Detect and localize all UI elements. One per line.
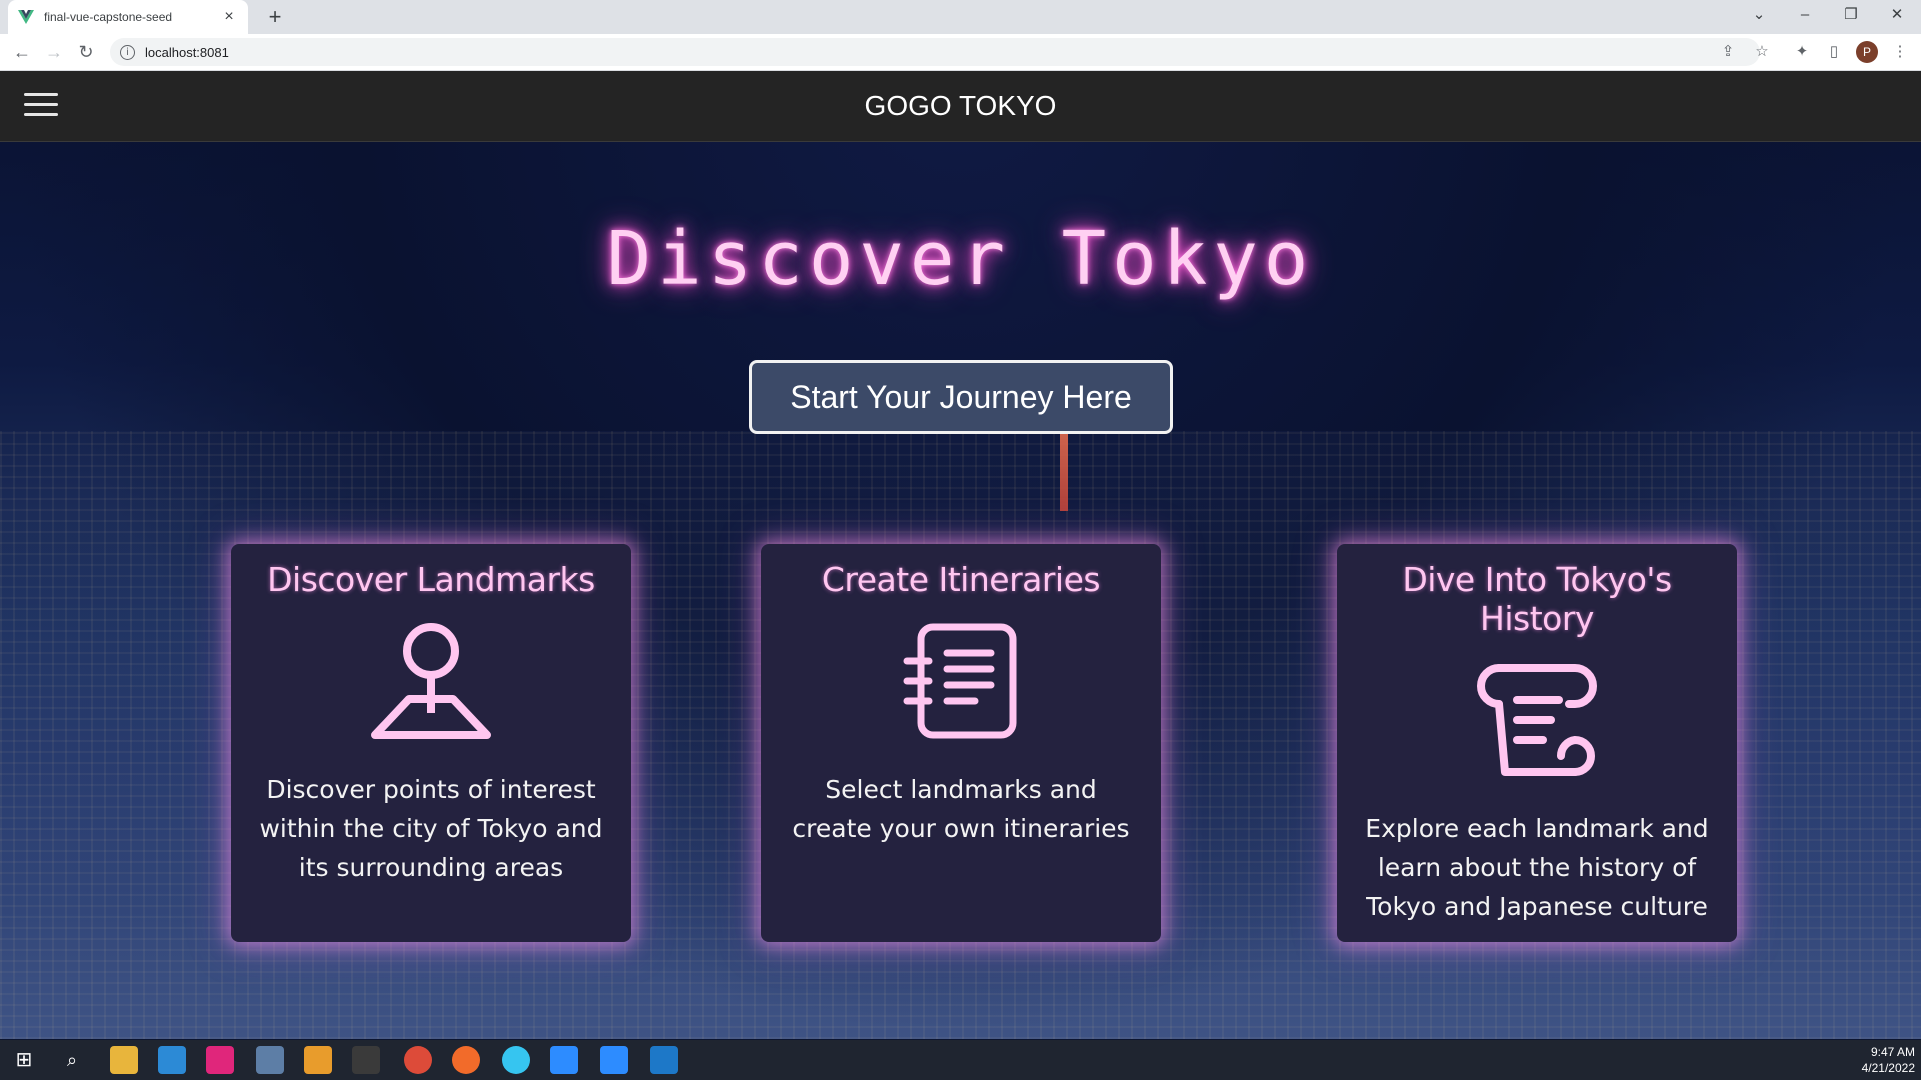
back-icon[interactable]: ← [8,38,36,66]
itinerary-list-icon [903,623,1017,739]
postman-icon[interactable] [452,1046,480,1074]
scroll-icon [1477,664,1597,776]
site-info-icon[interactable]: i [120,44,135,60]
chrome-icon[interactable] [404,1046,432,1074]
minimize-icon[interactable]: – [1783,0,1827,30]
clock-time: 9:47 AM [1870,1045,1915,1059]
clock-date: 4/21/2022 [1861,1061,1915,1075]
card-title: Dive Into Tokyo's History [1402,560,1672,638]
browser-toolbar: ← → ↻ i localhost:8081 ⇪ ☆ ✦ ▯ P ⋮ [0,34,1921,71]
extensions-icon[interactable]: ✦ [1790,40,1814,64]
photos-icon[interactable] [650,1046,678,1074]
card-description: Select landmarks and create your own iti… [792,775,1130,843]
restore-icon[interactable]: ❐ [1829,0,1873,30]
intellij-icon[interactable] [206,1046,234,1074]
slack-icon[interactable] [502,1046,530,1074]
reload-icon[interactable]: ↻ [72,38,100,66]
start-journey-button[interactable]: Start Your Journey Here [749,360,1173,434]
windows-start-icon[interactable]: ⊞ [10,1046,38,1074]
tab-search-icon[interactable]: ⌄ [1737,0,1781,30]
file-explorer-icon[interactable] [110,1046,138,1074]
feature-card-history[interactable]: Dive Into Tokyo's History Explore each l… [1337,544,1737,942]
card-description: Discover points of interest within the c… [259,775,603,882]
system-clock[interactable]: 9:47 AM 4/21/2022 [1862,1044,1915,1076]
card-title: Discover Landmarks [267,560,595,599]
tab-title: final-vue-capstone-seed [44,10,173,24]
menu-kebab-icon[interactable]: ⋮ [1888,40,1912,64]
app-header: GOGO TOKYO [0,71,1921,142]
page-viewport: GOGO TOKYO Discover Tokyo Start Your Jou… [0,71,1921,1039]
share-icon[interactable]: ⇪ [1716,40,1740,64]
search-icon[interactable]: ⌕ [58,1046,86,1074]
feature-card-itineraries[interactable]: Create Itineraries Select landmarks and … [761,544,1161,942]
hero-title: Discover Tokyo [606,216,1315,302]
windows-taskbar: ⊞ ⌕ 9:47 AM 4/21/2022 [0,1040,1921,1080]
url-text: localhost:8081 [145,44,229,60]
side-panel-icon[interactable]: ▯ [1822,40,1846,64]
zoom-icon[interactable] [550,1046,578,1074]
browser-tab[interactable]: final-vue-capstone-seed × [8,0,248,34]
bookmark-star-icon[interactable]: ☆ [1750,40,1774,64]
tab-close-icon[interactable]: × [220,8,238,26]
address-bar[interactable]: i localhost:8081 [110,38,1760,66]
profile-avatar[interactable]: P [1856,41,1878,63]
postgres-icon[interactable] [256,1046,284,1074]
map-pin-icon [371,623,491,739]
zoom-meeting-icon[interactable] [600,1046,628,1074]
browser-tab-strip: final-vue-capstone-seed × + ⌄ – ❐ ✕ [0,0,1921,34]
vue-favicon-icon [18,10,34,24]
brand-title[interactable]: GOGO TOKYO [0,90,1921,122]
vscode-icon[interactable] [158,1046,186,1074]
git-icon[interactable] [304,1046,332,1074]
terminal-icon[interactable] [352,1046,380,1074]
forward-icon[interactable]: → [40,38,68,66]
card-description: Explore each landmark and learn about th… [1365,814,1709,921]
close-window-icon[interactable]: ✕ [1875,0,1919,30]
feature-card-landmarks[interactable]: Discover Landmarks Discover points of in… [231,544,631,942]
card-title: Create Itineraries [821,560,1101,599]
new-tab-button[interactable]: + [262,4,288,30]
